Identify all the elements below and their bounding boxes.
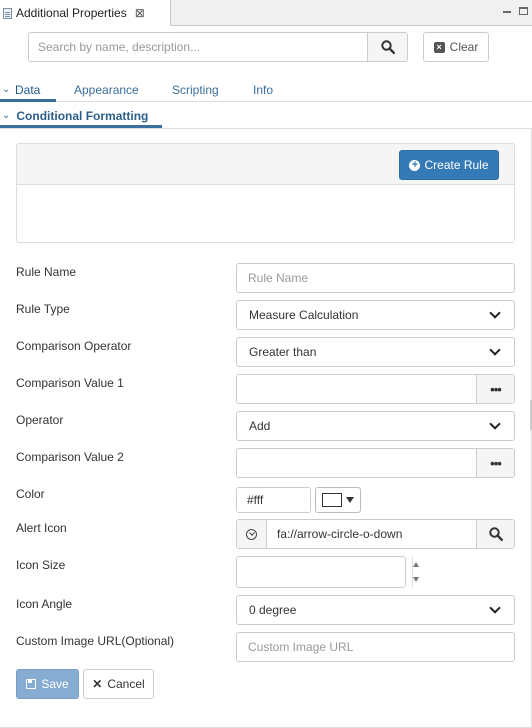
properties-view-icon xyxy=(3,7,12,19)
chevron-down-icon: ⌄ xyxy=(2,84,11,95)
rules-list-header: + Create Rule xyxy=(17,144,514,185)
close-icon: ✕ xyxy=(92,677,103,691)
rule-name-input[interactable] xyxy=(237,264,514,292)
clear-button[interactable]: × Clear xyxy=(423,32,489,62)
chevron-down-icon: ⌄ xyxy=(2,110,11,121)
rule-name-field-wrap xyxy=(236,263,515,293)
comparison-value-1-browse-button[interactable]: ••• xyxy=(476,375,514,403)
plus-circle-icon: + xyxy=(409,159,421,171)
icon-size-input[interactable] xyxy=(237,557,412,587)
search-button[interactable] xyxy=(367,33,407,61)
custom-image-url-label: Custom Image URL(Optional) xyxy=(16,634,175,648)
window-controls xyxy=(503,4,528,15)
section-header-conditional-formatting[interactable]: ⌄ Conditional Formatting xyxy=(0,106,162,128)
create-rule-button[interactable]: + Create Rule xyxy=(399,150,499,180)
minimize-icon[interactable] xyxy=(503,11,511,13)
rules-list: + Create Rule xyxy=(16,143,515,243)
save-button[interactable]: Save xyxy=(16,669,79,699)
chevron-down-icon xyxy=(489,602,501,614)
rule-name-label: Rule Name xyxy=(16,265,77,279)
clear-icon: × xyxy=(433,41,445,53)
alert-icon-preview xyxy=(237,520,267,548)
color-input[interactable] xyxy=(237,488,310,512)
section-title: Conditional Formatting xyxy=(16,108,149,123)
rule-type-label: Rule Type xyxy=(16,302,70,316)
comparison-value-2-input[interactable] xyxy=(237,449,476,477)
cancel-button-label: Cancel xyxy=(107,677,145,691)
comparison-operator-value: Greater than xyxy=(249,345,317,359)
comparison-operator-select[interactable]: Greater than xyxy=(236,337,515,367)
chevron-down-icon xyxy=(489,344,501,356)
rule-type-value: Measure Calculation xyxy=(249,308,359,322)
clear-button-label: Clear xyxy=(449,40,479,54)
tab-appearance[interactable]: Appearance xyxy=(74,83,139,97)
rule-type-select[interactable]: Measure Calculation xyxy=(236,300,515,330)
icon-angle-label: Icon Angle xyxy=(16,597,73,611)
create-rule-label: Create Rule xyxy=(424,158,489,172)
custom-image-url-wrap xyxy=(236,632,515,662)
save-button-label: Save xyxy=(41,677,69,691)
close-view-icon[interactable]: ⊠ xyxy=(135,6,145,20)
maximize-icon[interactable] xyxy=(519,7,528,15)
property-tabs: ⌄ Data Appearance Scripting Info xyxy=(0,80,532,102)
arrow-circle-down-icon xyxy=(246,528,257,540)
comparison-value-1-group: ••• xyxy=(236,374,515,404)
caret-down-icon xyxy=(413,577,419,582)
icon-size-label: Icon Size xyxy=(16,558,66,572)
alert-icon-label: Alert Icon xyxy=(16,521,67,535)
chevron-down-icon xyxy=(489,307,501,319)
comparison-operator-label: Comparison Operator xyxy=(16,339,132,353)
alert-icon-search-button[interactable] xyxy=(476,520,514,548)
comparison-value-2-label: Comparison Value 2 xyxy=(16,450,124,464)
caret-down-icon xyxy=(346,497,354,503)
search-icon xyxy=(488,527,503,541)
search-input[interactable] xyxy=(29,33,367,61)
tab-info[interactable]: Info xyxy=(253,83,273,97)
custom-image-url-input[interactable] xyxy=(237,633,514,661)
icon-size-spinner xyxy=(236,556,419,588)
view-tab[interactable]: Additional Properties ⊠ xyxy=(0,0,171,26)
alert-icon-input[interactable] xyxy=(267,520,476,548)
save-icon xyxy=(26,679,37,689)
tab-data[interactable]: Data xyxy=(15,83,40,97)
comparison-value-1-label: Comparison Value 1 xyxy=(16,376,124,390)
operator-select[interactable]: Add xyxy=(236,411,515,441)
color-label: Color xyxy=(16,487,45,501)
color-field-wrap xyxy=(236,487,311,513)
alert-icon-group xyxy=(236,519,515,549)
search-box xyxy=(28,32,408,62)
icon-angle-value: 0 degree xyxy=(249,603,297,617)
chevron-down-icon xyxy=(489,418,501,430)
decrement-button[interactable] xyxy=(413,572,419,587)
tab-scripting[interactable]: Scripting xyxy=(172,83,219,97)
comparison-value-1-input[interactable] xyxy=(237,375,476,403)
search-icon xyxy=(380,40,395,54)
comparison-value-2-group: ••• xyxy=(236,448,515,478)
cancel-button[interactable]: ✕ Cancel xyxy=(83,669,154,699)
icon-angle-select[interactable]: 0 degree xyxy=(236,595,515,625)
operator-label: Operator xyxy=(16,413,64,427)
view-title-bar: Additional Properties ⊠ xyxy=(0,0,532,26)
increment-button[interactable] xyxy=(413,557,419,572)
view-title: Additional Properties xyxy=(16,6,127,20)
comparison-value-2-browse-button[interactable]: ••• xyxy=(476,449,514,477)
color-picker-button[interactable] xyxy=(315,487,361,513)
caret-up-icon xyxy=(413,562,419,567)
spinner-arrows xyxy=(412,557,419,587)
active-tab-indicator xyxy=(0,99,56,102)
color-swatch xyxy=(322,493,342,507)
operator-value: Add xyxy=(249,419,271,433)
